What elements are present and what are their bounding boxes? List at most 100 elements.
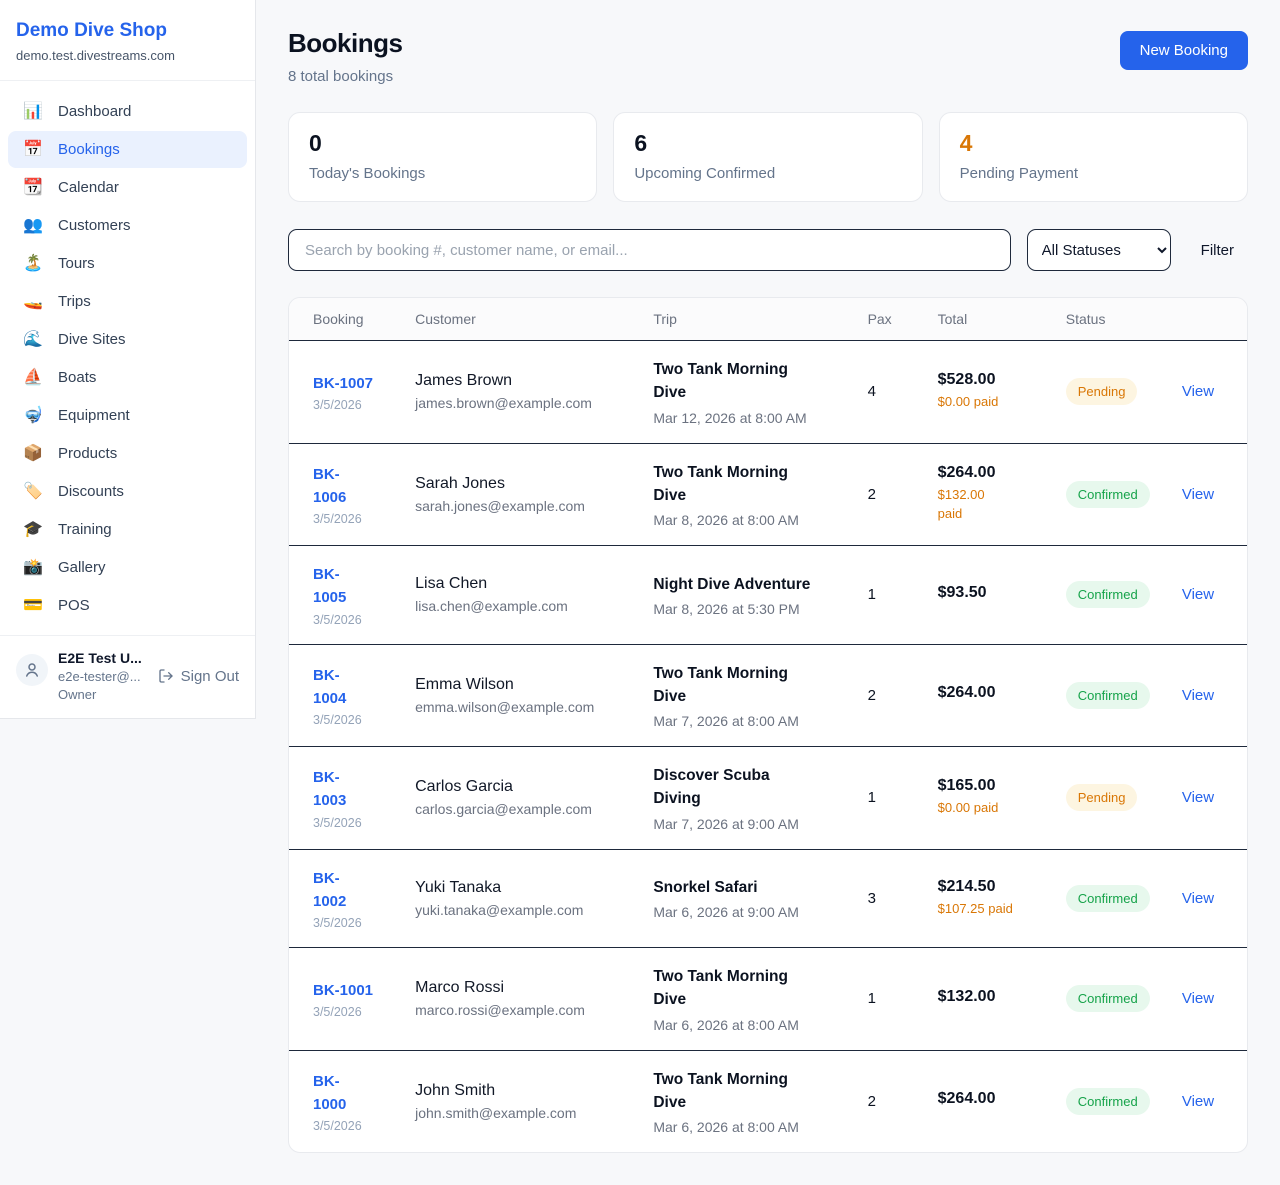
wave-icon: 🌊 bbox=[23, 332, 43, 348]
customer-name: John Smith bbox=[415, 1082, 637, 1100]
view-link[interactable]: View bbox=[1182, 586, 1214, 603]
pax-count: 1 bbox=[868, 586, 876, 603]
sidebar-item-label: Dashboard bbox=[58, 103, 131, 120]
trip-name: Two Tank Morning Dive bbox=[653, 358, 851, 405]
trip-datetime: Mar 6, 2026 at 8:00 AM bbox=[653, 1119, 851, 1135]
view-link[interactable]: View bbox=[1182, 1093, 1214, 1110]
sidebar-item-trips[interactable]: 🚤 Trips bbox=[8, 283, 247, 320]
trip-datetime: Mar 8, 2026 at 8:00 AM bbox=[653, 512, 851, 528]
speedboat-icon: 🚤 bbox=[23, 294, 43, 310]
island-icon: 🏝️ bbox=[23, 256, 43, 272]
trip-datetime: Mar 8, 2026 at 5:30 PM bbox=[653, 601, 851, 617]
graduation-cap-icon: 🎓 bbox=[23, 522, 43, 538]
total-amount: $93.50 bbox=[938, 584, 1050, 602]
page-title: Bookings bbox=[288, 28, 402, 59]
trip-name: Snorkel Safari bbox=[653, 876, 851, 899]
trip-datetime: Mar 7, 2026 at 9:00 AM bbox=[653, 816, 851, 832]
view-link[interactable]: View bbox=[1182, 383, 1214, 400]
stats-row: 0 Today's Bookings 6 Upcoming Confirmed … bbox=[288, 112, 1248, 202]
status-badge: Confirmed bbox=[1066, 985, 1150, 1012]
sidebar-item-tours[interactable]: 🏝️ Tours bbox=[8, 245, 247, 282]
trip-name: Discover Scuba Diving bbox=[653, 764, 851, 811]
status-badge: Pending bbox=[1066, 378, 1138, 405]
sidebar-item-discounts[interactable]: 🏷️ Discounts bbox=[8, 473, 247, 510]
search-input[interactable] bbox=[288, 229, 1011, 271]
sidebar-item-label: Calendar bbox=[58, 179, 119, 196]
trip-name: Two Tank Morning Dive bbox=[653, 461, 851, 508]
status-select[interactable]: All Statuses bbox=[1027, 229, 1171, 271]
view-link[interactable]: View bbox=[1182, 890, 1214, 907]
booking-date: 3/5/2026 bbox=[313, 916, 399, 930]
sidebar-item-training[interactable]: 🎓 Training bbox=[8, 511, 247, 548]
sidebar-item-label: Customers bbox=[58, 217, 131, 234]
sidebar-item-equipment[interactable]: 🤿 Equipment bbox=[8, 397, 247, 434]
customer-email: carlos.garcia@example.com bbox=[415, 801, 637, 817]
booking-id-link[interactable]: BK- 1004 bbox=[313, 664, 399, 711]
trip-name: Night Dive Adventure bbox=[653, 573, 851, 596]
pax-count: 1 bbox=[868, 789, 876, 806]
stat-card-todays-bookings: 0 Today's Bookings bbox=[288, 112, 597, 202]
user-name: E2E Test U... bbox=[58, 650, 148, 666]
user-role: Owner bbox=[58, 687, 148, 702]
sidebar-item-products[interactable]: 📦 Products bbox=[8, 435, 247, 472]
person-icon bbox=[23, 661, 41, 679]
booking-id-link[interactable]: BK- 1002 bbox=[313, 867, 399, 914]
sidebar-item-dashboard[interactable]: 📊 Dashboard bbox=[8, 93, 247, 130]
customer-email: marco.rossi@example.com bbox=[415, 1002, 637, 1018]
booking-id-link[interactable]: BK- 1000 bbox=[313, 1070, 399, 1117]
stat-value: 6 bbox=[634, 130, 901, 157]
user-meta: E2E Test U... e2e-tester@... Owner bbox=[58, 650, 148, 702]
sign-out-button[interactable]: Sign Out bbox=[158, 668, 239, 685]
sidebar-item-label: Boats bbox=[58, 369, 96, 386]
new-booking-button[interactable]: New Booking bbox=[1120, 31, 1248, 70]
view-link[interactable]: View bbox=[1182, 789, 1214, 806]
booking-id-link[interactable]: BK- 1003 bbox=[313, 766, 399, 813]
shop-header: Demo Dive Shop demo.test.divestreams.com bbox=[0, 0, 255, 81]
user-footer: E2E Test U... e2e-tester@... Owner Sign … bbox=[0, 635, 255, 718]
customer-email: john.smith@example.com bbox=[415, 1105, 637, 1121]
customer-name: Marco Rossi bbox=[415, 979, 637, 997]
table-row: BK- 1005 3/5/2026 Lisa Chen lisa.chen@ex… bbox=[289, 546, 1247, 645]
booking-id-link[interactable]: BK-1001 bbox=[313, 979, 399, 1002]
filter-button[interactable]: Filter bbox=[1187, 242, 1248, 259]
sidebar-item-boats[interactable]: ⛵ Boats bbox=[8, 359, 247, 396]
total-amount: $264.00 bbox=[938, 684, 1050, 702]
sidebar-nav: 📊 Dashboard 📅 Bookings 📆 Calendar 👥 Cust… bbox=[0, 81, 255, 635]
customer-name: Sarah Jones bbox=[415, 475, 637, 493]
sidebar-item-bookings[interactable]: 📅 Bookings bbox=[8, 131, 247, 168]
sidebar-item-label: Equipment bbox=[58, 407, 130, 424]
view-link[interactable]: View bbox=[1182, 486, 1214, 503]
sidebar-item-gallery[interactable]: 📸 Gallery bbox=[8, 549, 247, 586]
booking-id-link[interactable]: BK-1007 bbox=[313, 372, 399, 395]
sidebar-item-calendar[interactable]: 📆 Calendar bbox=[8, 169, 247, 206]
customer-name: Yuki Tanaka bbox=[415, 879, 637, 897]
view-link[interactable]: View bbox=[1182, 687, 1214, 704]
status-badge: Confirmed bbox=[1066, 682, 1150, 709]
booking-date: 3/5/2026 bbox=[313, 613, 399, 627]
total-amount: $264.00 bbox=[938, 464, 1050, 482]
pax-count: 4 bbox=[868, 383, 876, 400]
view-link[interactable]: View bbox=[1182, 990, 1214, 1007]
trip-datetime: Mar 7, 2026 at 8:00 AM bbox=[653, 713, 851, 729]
stat-label: Pending Payment bbox=[960, 165, 1227, 182]
sidebar-item-dive-sites[interactable]: 🌊 Dive Sites bbox=[8, 321, 247, 358]
pax-count: 2 bbox=[868, 1093, 876, 1110]
booking-id-link[interactable]: BK- 1005 bbox=[313, 563, 399, 610]
sign-out-label: Sign Out bbox=[181, 668, 239, 685]
total-amount: $132.00 bbox=[938, 988, 1050, 1006]
stat-card-pending-payment: 4 Pending Payment bbox=[939, 112, 1248, 202]
total-amount: $165.00 bbox=[938, 777, 1050, 795]
table-row: BK- 1004 3/5/2026 Emma Wilson emma.wilso… bbox=[289, 644, 1247, 747]
customer-email: sarah.jones@example.com bbox=[415, 498, 637, 514]
column-header-status: Status bbox=[1058, 298, 1174, 341]
stat-value: 0 bbox=[309, 130, 576, 157]
sidebar-item-pos[interactable]: 💳 POS bbox=[8, 587, 247, 624]
booking-id-link[interactable]: BK- 1006 bbox=[313, 463, 399, 510]
bookings-table-card: Booking Customer Trip Pax Total Status B… bbox=[288, 297, 1248, 1153]
pax-count: 3 bbox=[868, 890, 876, 907]
customer-name: Carlos Garcia bbox=[415, 778, 637, 796]
customer-email: emma.wilson@example.com bbox=[415, 699, 637, 715]
sidebar-item-customers[interactable]: 👥 Customers bbox=[8, 207, 247, 244]
people-icon: 👥 bbox=[23, 218, 43, 234]
customer-name: Emma Wilson bbox=[415, 676, 637, 694]
